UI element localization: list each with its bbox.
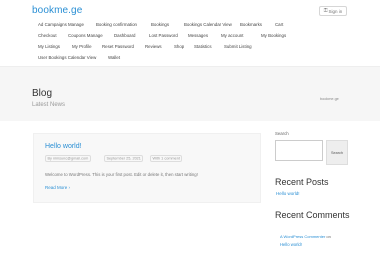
post-excerpt: Welcome to WordPress. This is your first… [45, 172, 198, 177]
read-more-label: Read More [45, 185, 68, 190]
nav-item-my-listings[interactable]: My Listings [38, 44, 60, 49]
recent-post-link[interactable]: Hello world! [276, 191, 300, 196]
nav-item-my-profile[interactable]: My Profile [72, 44, 92, 49]
recent-comment: A WordPress Commenter on [280, 234, 331, 239]
post-author[interactable]: By nimsunc@gmail.com [45, 154, 91, 162]
search-label: Search [275, 131, 289, 136]
comment-on-label: on [326, 234, 331, 239]
signin-label: Sign in [328, 8, 343, 14]
signin-button[interactable]: ⚿ Sign in [319, 6, 347, 16]
nav-item-statistics[interactable]: Statistics [194, 44, 212, 49]
page-banner [0, 66, 380, 121]
key-icon: ⚿ [323, 7, 328, 14]
site-header: bookme.ge ⚿ Sign in Ad Campaigns Manage … [0, 0, 380, 66]
nav-item-bookmarks[interactable]: Bookmarks [240, 22, 262, 27]
nav-item-reviews[interactable]: Reviews [145, 44, 162, 49]
page-subtitle: Latest News [32, 102, 66, 108]
recent-posts-heading: Recent Posts [275, 177, 329, 187]
nav-item-shop[interactable]: Shop [174, 44, 184, 49]
post-date[interactable]: September 25, 2021 [104, 154, 144, 162]
nav-item-user-bookings-calendar[interactable]: User Bookings Calendar View [38, 55, 96, 60]
nav-item-checkout[interactable]: Checkout [38, 33, 57, 38]
comment-post-link[interactable]: Hello world! [280, 242, 302, 247]
nav-item-submit-listing[interactable]: Submit Listing [224, 44, 252, 49]
nav-item-dashboard[interactable]: Dashboard [114, 33, 135, 38]
read-more-link[interactable]: Read More › [45, 185, 70, 190]
post-comments-count[interactable]: With 1 comment [150, 154, 183, 162]
nav-item-lost-password[interactable]: Lost Password [149, 33, 178, 38]
page-title: Blog [32, 88, 53, 99]
nav-item-coupons-manage[interactable]: Coupons Manage [68, 33, 103, 38]
nav-item-my-account[interactable]: My account [221, 33, 243, 38]
nav-item-ad-campaigns[interactable]: Ad Campaigns Manage [38, 22, 84, 27]
nav-item-bookings-calendar[interactable]: Bookings Calendar View [184, 22, 232, 27]
recent-comments-heading: Recent Comments [275, 210, 350, 220]
nav-item-my-bookings[interactable]: My Bookings [261, 33, 286, 38]
nav-item-wallet[interactable]: Wallet [108, 55, 120, 60]
search-input[interactable] [275, 140, 323, 161]
nav-item-bookings[interactable]: Bookings [151, 22, 169, 27]
search-button[interactable]: Search [326, 140, 348, 165]
breadcrumb[interactable]: bookme.ge [320, 97, 339, 101]
site-logo[interactable]: bookme.ge [32, 5, 82, 16]
comment-author-link[interactable]: A WordPress Commenter [280, 234, 325, 239]
post-title[interactable]: Hello world! [45, 143, 82, 150]
nav-item-messages[interactable]: Messages [188, 33, 208, 38]
nav-item-cart[interactable]: Cart [275, 22, 283, 27]
nav-item-booking-confirmation[interactable]: Booking confirmation [96, 22, 137, 27]
chevron-right-icon: › [68, 185, 71, 190]
nav-item-reset-password[interactable]: Reset Password [102, 44, 134, 49]
